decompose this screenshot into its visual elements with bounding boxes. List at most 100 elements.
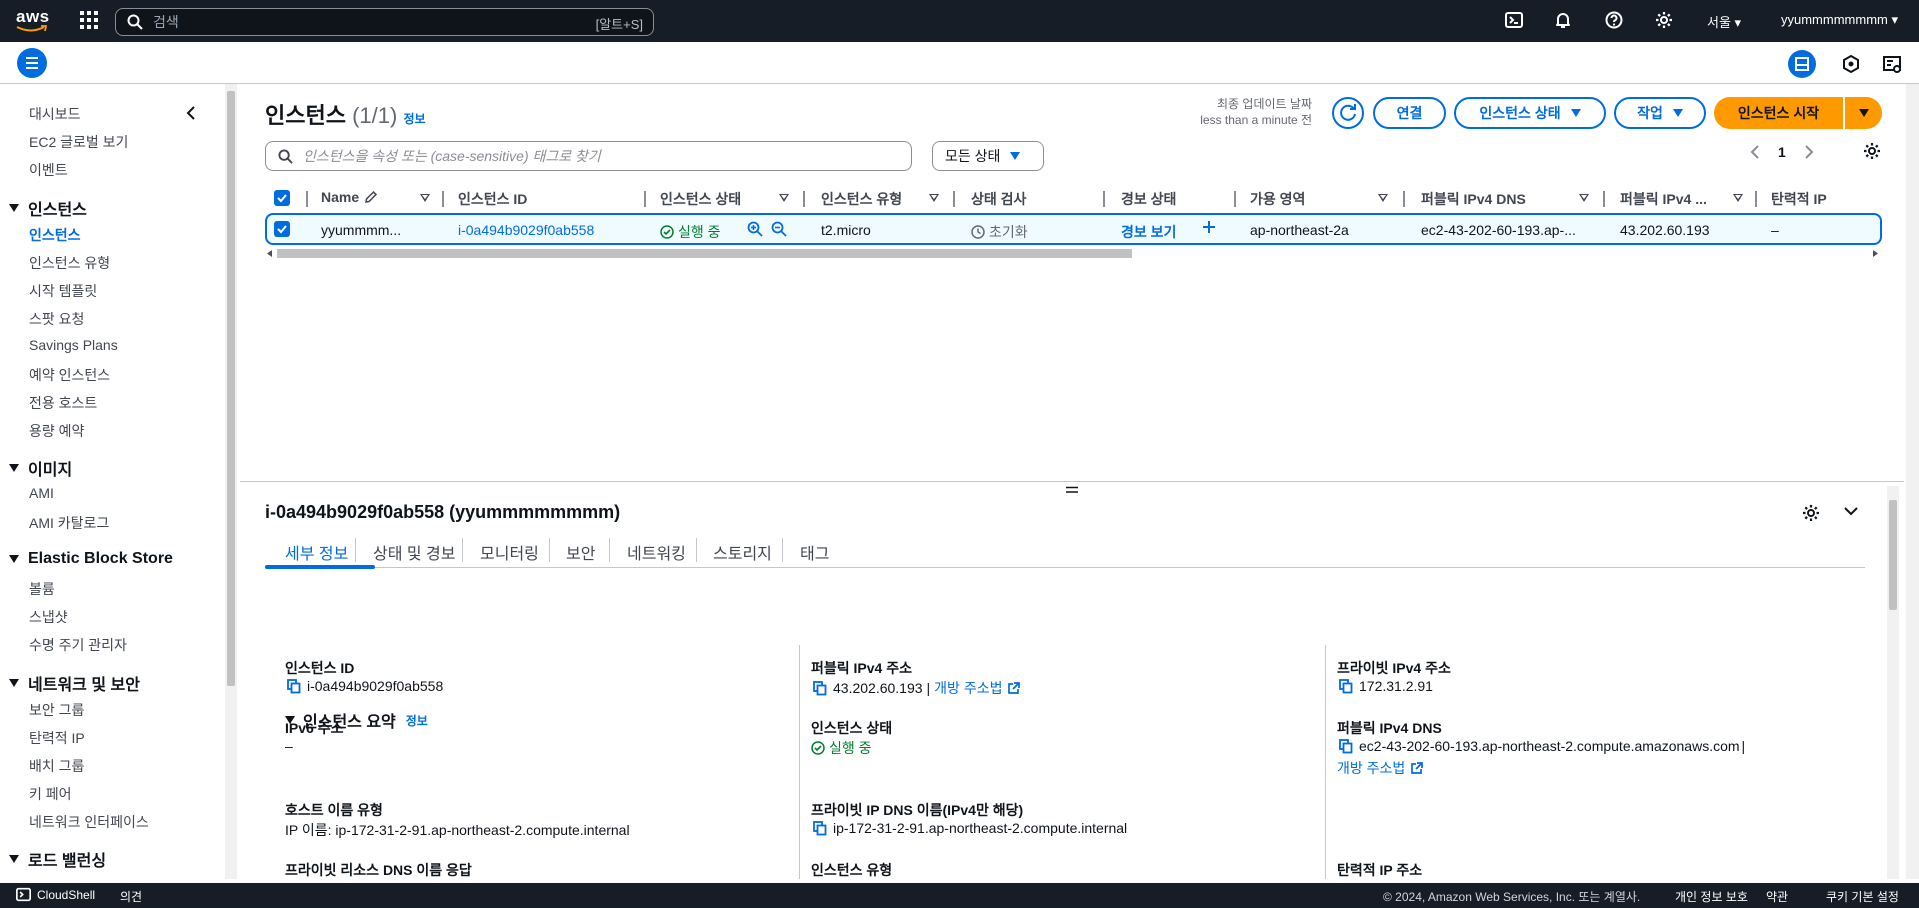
launch-instance-button[interactable]: 인스턴스 시작 [1714,97,1843,129]
sidebar-item-savings-plans[interactable]: Savings Plans [29,337,118,353]
split-panel-divider[interactable] [240,481,1904,482]
table-preferences-icon[interactable] [1863,142,1881,160]
sidebar-collapse-icon[interactable] [185,106,197,120]
sort-icon[interactable] [1579,194,1589,202]
column-header-instance-state[interactable]: 인스턴스 상태 [660,189,741,209]
row-checkbox[interactable] [274,221,290,237]
column-header-status-check[interactable]: 상태 검사 [971,189,1026,209]
global-search[interactable]: [알트+S] [115,8,654,36]
resize-handle-icon[interactable] [1066,486,1078,494]
tools-panel-icon[interactable] [1878,50,1906,78]
account-menu[interactable]: yyummmmmmmm ▾ [1781,12,1898,28]
select-all-checkbox[interactable] [274,190,290,206]
sidebar-section-network-security[interactable]: 네트워크 및 보안 [9,671,140,695]
settings-icon[interactable] [1655,11,1675,31]
sidebar-item-snapshots[interactable]: 스냅샷 [29,607,68,627]
help-icon[interactable] [1605,11,1625,31]
instance-filter[interactable] [265,141,912,171]
sidebar-scrollbar-thumb[interactable] [227,91,235,686]
scroll-left-icon[interactable] [267,250,273,257]
detail-scrollbar[interactable] [1887,486,1899,879]
copy-icon[interactable] [1339,738,1353,754]
copy-icon[interactable] [813,820,827,836]
aws-logo[interactable]: aws [16,8,50,32]
info-link[interactable]: 정보 [403,112,425,126]
sidebar-item-elastic-ips[interactable]: 탄력적 IP [29,728,85,748]
sidebar-item-events[interactable]: 이벤트 [29,160,68,180]
instance-state-button[interactable]: 인스턴스 상태 [1454,97,1606,129]
sidebar-item-lifecycle-manager[interactable]: 수명 주기 관리자 [29,635,127,655]
sidebar-item-reserved-instances[interactable]: 예약 인스턴스 [29,365,110,385]
sidebar-section-ebs[interactable]: Elastic Block Store [9,550,173,568]
sidebar-item-dedicated-hosts[interactable]: 전용 호스트 [29,393,97,413]
table-horizontal-scrollbar[interactable] [265,247,1882,259]
sidebar-item-dashboard[interactable]: 대시보드 [29,104,81,124]
tab-tags[interactable]: 태그 [800,540,829,564]
sort-icon[interactable] [420,194,430,202]
open-address-link[interactable]: 개방 주소법 [1337,758,1424,778]
sidebar-item-global-view[interactable]: EC2 글로벌 보기 [29,132,128,152]
detail-preferences-icon[interactable] [1802,504,1820,522]
region-selector[interactable]: 서울 ▾ [1707,12,1741,31]
sidebar-item-spot-requests[interactable]: 스팟 요청 [29,309,84,329]
sidebar-item-network-interfaces[interactable]: 네트워크 인터페이스 [29,812,149,832]
summary-info-link[interactable]: 정보 [406,712,428,729]
sidebar-item-instances[interactable]: 인스턴스 [29,225,81,245]
sidebar-item-instance-types[interactable]: 인스턴스 유형 [29,253,110,273]
cloudshell-icon[interactable] [1505,11,1525,31]
sort-icon[interactable] [1378,194,1388,202]
table-scrollbar-thumb[interactable] [277,249,1132,258]
tab-details[interactable]: 세부 정보 [285,540,348,564]
tab-security[interactable]: 보안 [566,540,595,564]
column-header-public-ipv4[interactable]: 퍼블릭 IPv4 ... [1620,189,1707,209]
column-header-instance-id[interactable]: 인스턴스 ID [458,189,527,209]
launch-instance-dropdown[interactable] [1845,97,1882,129]
cookie-preferences-link[interactable]: 쿠키 기본 설정 [1826,888,1899,905]
sidebar-item-capacity-reservations[interactable]: 용량 예약 [29,421,84,441]
scroll-right-icon[interactable] [1873,250,1879,257]
sidebar-item-ami-catalog[interactable]: AMI 카탈로그 [29,513,109,533]
page-scrollbar[interactable] [1906,84,1919,879]
tab-monitoring[interactable]: 모니터링 [480,540,539,564]
sidebar-section-load-balancing[interactable]: 로드 밸런싱 [9,847,106,871]
add-alarm-icon[interactable] [1202,220,1216,234]
column-header-availability-zone[interactable]: 가용 영역 [1250,189,1305,209]
tab-storage[interactable]: 스토리지 [713,540,772,564]
sidebar-item-placement-groups[interactable]: 배치 그룹 [29,756,84,776]
column-header-alarm-status[interactable]: 경보 상태 [1121,189,1176,209]
sidebar-section-instances[interactable]: 인스턴스 [9,196,87,220]
split-panel-icon[interactable] [1788,50,1816,78]
sidebar-item-security-groups[interactable]: 보안 그룹 [29,700,84,720]
copy-icon[interactable] [813,680,827,696]
services-grid-icon[interactable] [80,11,100,31]
zoom-in-icon[interactable] [747,221,763,237]
sort-icon[interactable] [779,194,789,202]
actions-button[interactable]: 작업 [1614,97,1706,129]
bell-icon[interactable] [1554,11,1574,31]
menu-toggle-icon[interactable] [17,48,47,78]
table-row[interactable]: yyummmm... i-0a494b9029f0ab558 실행 중 t2.m… [265,213,1882,245]
sort-icon[interactable] [929,194,939,202]
chevron-down-icon[interactable] [1843,505,1859,517]
sort-icon[interactable] [1733,194,1743,202]
copy-icon[interactable] [1339,678,1353,694]
column-header-name[interactable]: Name [321,189,378,205]
tab-networking[interactable]: 네트워킹 [627,540,686,564]
page-number[interactable]: 1 [1778,144,1786,160]
state-filter-select[interactable]: 모든 상태 [932,141,1044,171]
column-header-elastic-ip[interactable]: 탄력적 IP [1771,189,1827,209]
search-input[interactable] [151,13,571,31]
sidebar-section-images[interactable]: 이미지 [9,456,72,480]
notifications-panel-icon[interactable] [1837,50,1865,78]
terms-link[interactable]: 약관 [1766,888,1788,905]
sidebar-item-ami[interactable]: AMI [29,485,54,501]
refresh-button[interactable] [1332,97,1364,129]
column-header-instance-type[interactable]: 인스턴스 유형 [821,189,902,209]
zoom-out-icon[interactable] [771,221,787,237]
connect-button[interactable]: 연결 [1373,97,1446,129]
filter-input[interactable] [301,147,881,165]
sidebar-item-volumes[interactable]: 볼륨 [29,579,55,599]
tab-status-alarms[interactable]: 상태 및 경보 [373,540,456,564]
prev-page-icon[interactable] [1750,145,1760,159]
cell-instance-id-link[interactable]: i-0a494b9029f0ab558 [458,222,594,238]
